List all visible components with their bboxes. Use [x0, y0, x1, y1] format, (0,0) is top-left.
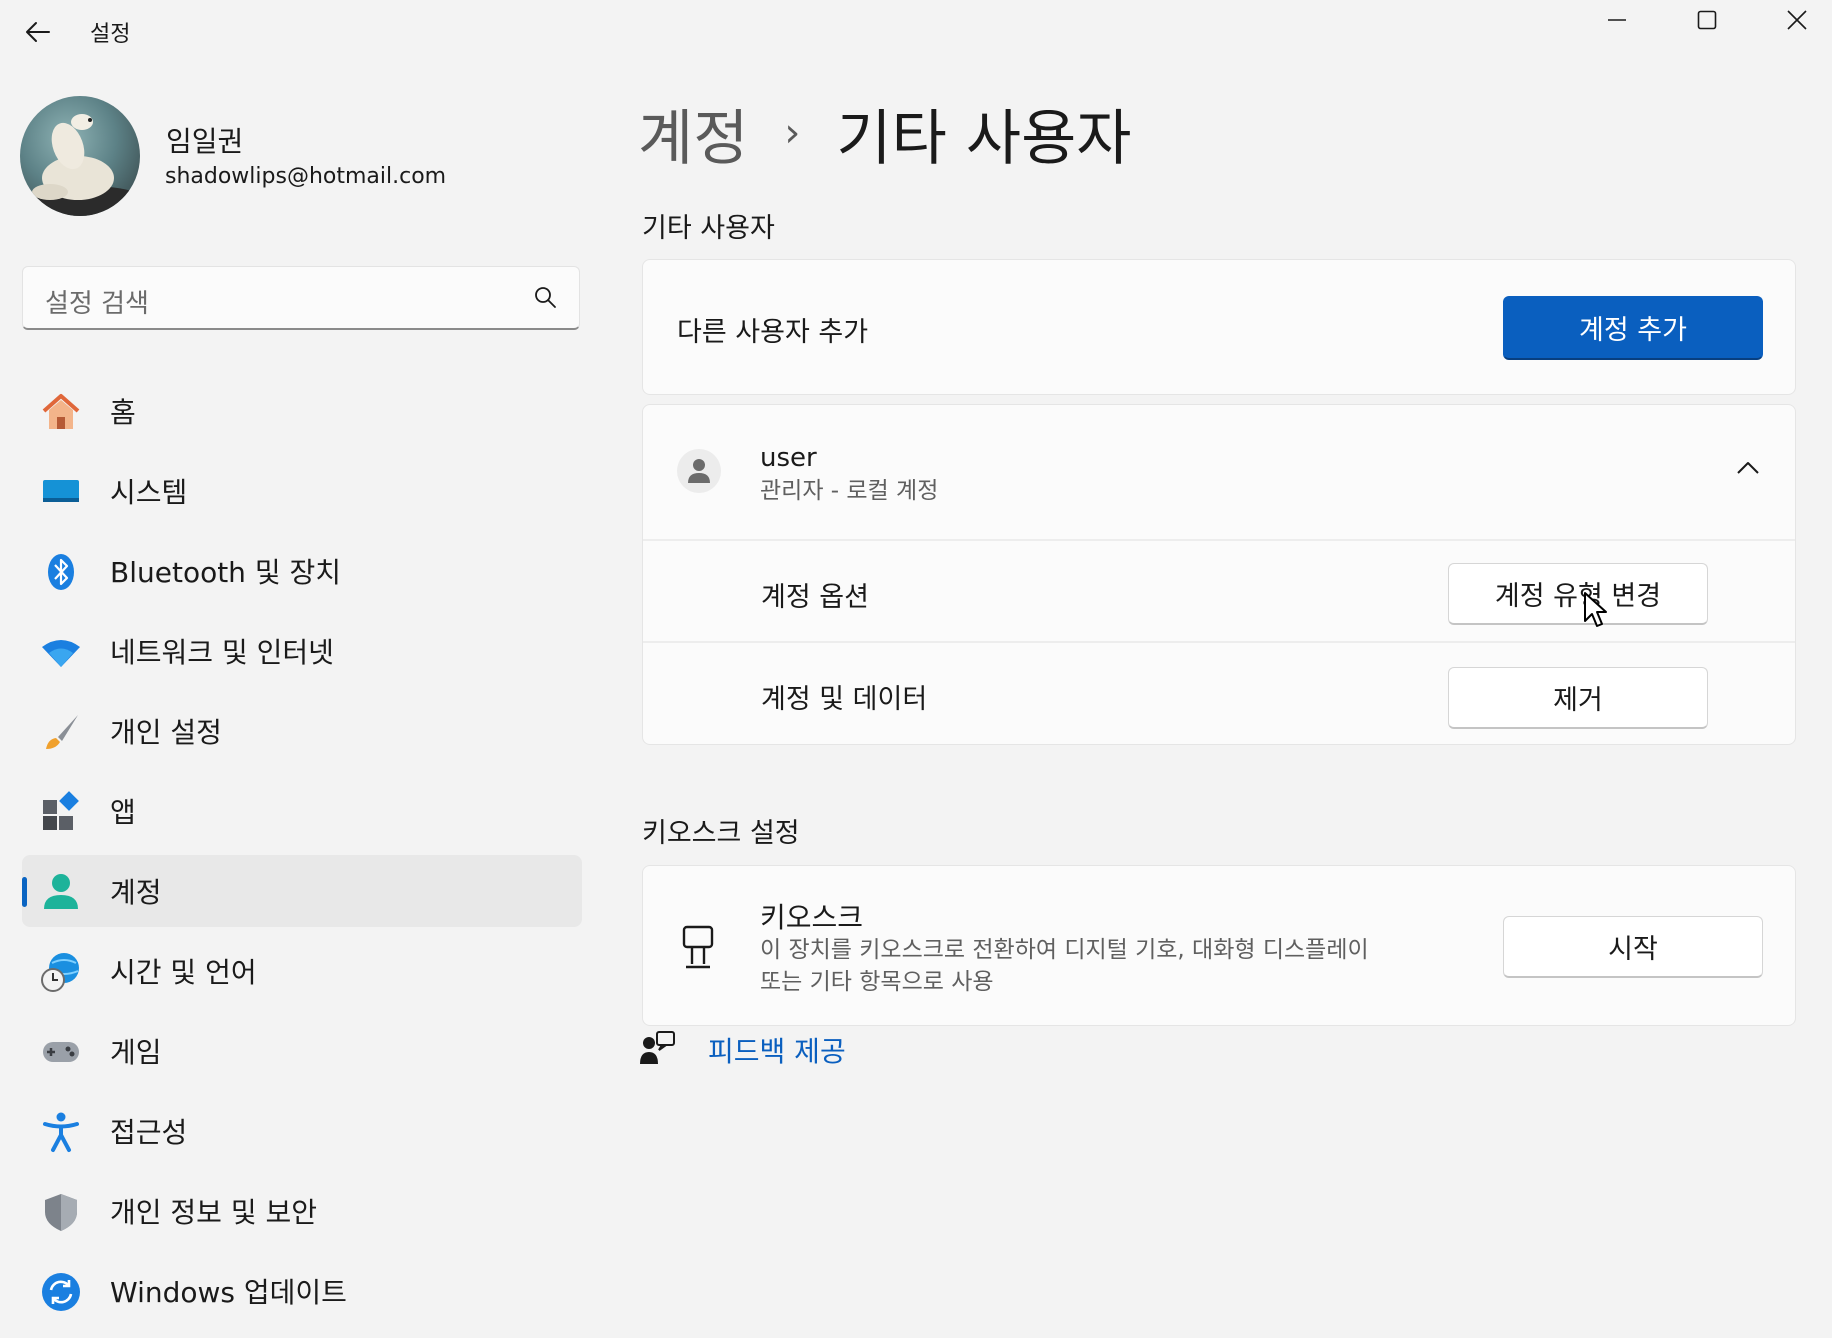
breadcrumb: 계정 › 기타 사용자: [638, 88, 1131, 178]
kiosk-description-line2: 또는 기타 항목으로 사용: [760, 969, 994, 995]
sidebar-item-gaming[interactable]: 게임: [22, 1015, 582, 1087]
update-icon: [40, 1271, 82, 1313]
sidebar-item-label: 홈: [110, 396, 136, 429]
feedback-icon: [640, 1031, 675, 1064]
chevron-up-icon[interactable]: [1735, 459, 1761, 481]
account-options-row: 계정 옵션 계정 유형 변경: [643, 541, 1795, 641]
account-data-label: 계정 및 데이터: [761, 684, 928, 715]
add-account-button[interactable]: 계정 추가: [1503, 296, 1763, 360]
feedback-label[interactable]: 피드백 제공: [708, 1030, 846, 1070]
kiosk-card: 키오스크 이 장치를 키오스크로 전환하여 디지털 기호, 대화형 디스플레이 …: [642, 865, 1796, 1026]
sidebar-item-label: Bluetooth 및 장치: [110, 556, 342, 589]
system-icon: [40, 471, 82, 513]
change-account-type-button[interactable]: 계정 유형 변경: [1448, 563, 1708, 625]
user-subtitle: 관리자 - 로컬 계정: [760, 478, 939, 504]
sidebar-item-apps[interactable]: 앱: [22, 775, 582, 847]
mouse-cursor-icon: [1584, 592, 1607, 627]
brush-icon: [40, 711, 82, 753]
add-user-label: 다른 사용자 추가: [677, 317, 869, 348]
sidebar-item-label: 개인 정보 및 보안: [110, 1196, 318, 1229]
home-icon: [40, 391, 82, 433]
user-header-row[interactable]: user 관리자 - 로컬 계정: [643, 405, 1795, 539]
title-bar: 설정: [0, 0, 1832, 62]
remove-account-button[interactable]: 제거: [1448, 667, 1708, 729]
account-data-row: 계정 및 데이터 제거: [643, 643, 1795, 745]
close-icon: [1787, 10, 1807, 30]
user-avatar: [677, 449, 721, 493]
sidebar-item-label: 네트워크 및 인터넷: [110, 636, 334, 669]
account-options-label: 계정 옵션: [761, 582, 869, 613]
sidebar-item-label: 게임: [110, 1036, 162, 1069]
sidebar-item-system[interactable]: 시스템: [22, 455, 582, 527]
polar-bear-avatar-icon: [30, 114, 140, 216]
sidebar-item-bluetooth[interactable]: Bluetooth 및 장치: [22, 535, 582, 607]
breadcrumb-parent[interactable]: 계정: [638, 90, 748, 177]
back-arrow-icon: [26, 22, 50, 42]
sidebar-item-label: 앱: [110, 796, 136, 829]
account-icon: [40, 871, 82, 913]
maximize-button[interactable]: [1662, 0, 1752, 40]
app-title: 설정: [90, 22, 131, 47]
search-box[interactable]: 설정 검색: [22, 266, 580, 330]
bluetooth-icon: [40, 551, 82, 593]
user-name: user: [760, 443, 817, 473]
accessibility-icon: [40, 1111, 82, 1153]
minimize-icon: [1608, 19, 1626, 21]
kiosk-section-title: 키오스크 설정: [642, 818, 800, 849]
time-language-icon: [40, 951, 82, 993]
sidebar-item-personalization[interactable]: 개인 설정: [22, 695, 582, 767]
close-button[interactable]: [1752, 0, 1832, 40]
add-user-card: 다른 사용자 추가 계정 추가: [642, 259, 1796, 395]
other-users-section-title: 기타 사용자: [642, 213, 775, 244]
settings-window: 설정 임일권 shadowlips@hotmail.com 설정 검색 홈 시스…: [0, 0, 1832, 1338]
sidebar-item-label: 계정: [110, 876, 162, 909]
minimize-button[interactable]: [1572, 0, 1662, 40]
back-button[interactable]: [18, 12, 58, 52]
sidebar-item-time-language[interactable]: 시간 및 언어: [22, 935, 582, 1007]
sidebar-item-label: 시스템: [110, 476, 188, 509]
breadcrumb-separator: ›: [784, 110, 801, 156]
avatar: [20, 96, 140, 216]
sidebar-item-label: 시간 및 언어: [110, 956, 257, 989]
kiosk-description-line1: 이 장치를 키오스크로 전환하여 디지털 기호, 대화형 디스플레이: [760, 937, 1369, 963]
sidebar-item-network[interactable]: 네트워크 및 인터넷: [22, 615, 582, 687]
profile-name: 임일권: [166, 125, 244, 158]
person-icon: [688, 459, 710, 483]
kiosk-start-button[interactable]: 시작: [1503, 916, 1763, 978]
search-icon[interactable]: [533, 285, 557, 313]
sidebar-item-windows-update[interactable]: Windows 업데이트: [22, 1255, 582, 1327]
sidebar-item-accounts[interactable]: 계정: [22, 855, 582, 927]
sidebar-item-privacy[interactable]: 개인 정보 및 보안: [22, 1175, 582, 1247]
sidebar-item-accessibility[interactable]: 접근성: [22, 1095, 582, 1167]
wifi-icon: [40, 631, 82, 673]
sidebar-item-label: 접근성: [110, 1116, 188, 1149]
sidebar-item-label: 개인 설정: [110, 716, 222, 749]
feedback-link[interactable]: 피드백 제공: [640, 1028, 846, 1068]
profile-email: shadowlips@hotmail.com: [165, 164, 447, 189]
sidebar-item-home[interactable]: 홈: [22, 375, 582, 447]
user-profile[interactable]: 임일권 shadowlips@hotmail.com: [20, 96, 580, 220]
kiosk-icon: [681, 924, 715, 974]
maximize-icon: [1697, 10, 1717, 30]
page-title: 기타 사용자: [836, 103, 1132, 174]
user-card: user 관리자 - 로컬 계정 계정 옵션 계정 유형 변경 계정 및 데이터…: [642, 404, 1796, 745]
search-placeholder: 설정 검색: [45, 289, 149, 319]
shield-icon: [40, 1191, 82, 1233]
kiosk-title: 키오스크: [760, 901, 864, 934]
gamepad-icon: [40, 1031, 82, 1073]
apps-icon: [40, 791, 82, 833]
sidebar-nav: 홈 시스템 Bluetooth 및 장치 네트워크 및 인터넷 개인 설정 앱 …: [22, 375, 582, 1335]
sidebar-item-label: Windows 업데이트: [110, 1276, 347, 1309]
